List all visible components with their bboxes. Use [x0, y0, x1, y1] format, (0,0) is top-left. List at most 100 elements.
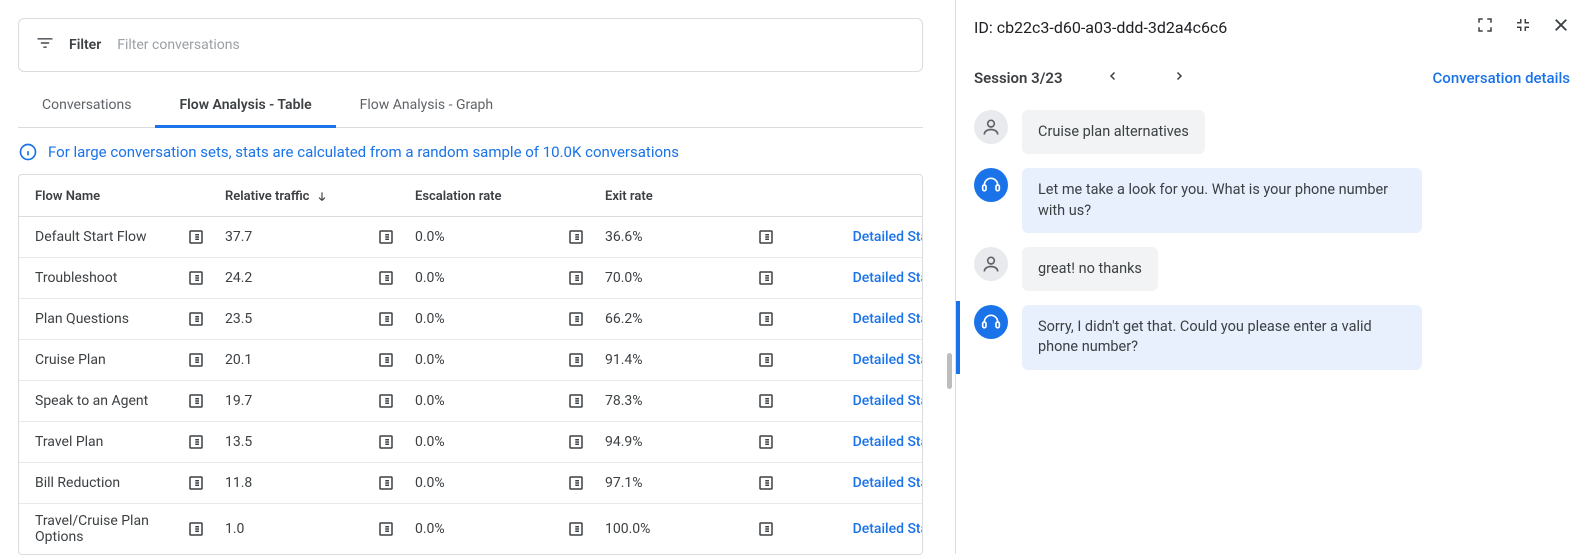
info-icon	[18, 142, 38, 162]
list-icon[interactable]	[565, 472, 587, 494]
filter-label: Filter	[69, 37, 101, 53]
cell-traffic: 11.8	[225, 475, 375, 491]
tab-flow-graph[interactable]: Flow Analysis - Graph	[336, 83, 518, 128]
cell-traffic: 24.2	[225, 270, 375, 286]
cell-escalation: 0.0%	[415, 229, 565, 245]
cell-exit: 100.0%	[605, 521, 755, 537]
list-icon[interactable]	[185, 267, 207, 289]
arrow-down-icon	[315, 190, 329, 204]
cell-flow-name: Default Start Flow	[35, 229, 185, 245]
tab-conversations[interactable]: Conversations	[18, 83, 155, 128]
conversation-details-link[interactable]: Conversation details	[1433, 69, 1570, 87]
list-icon[interactable]	[375, 390, 397, 412]
tabs: Conversations Flow Analysis - Table Flow…	[18, 82, 923, 128]
cell-traffic: 20.1	[225, 352, 375, 368]
message-text: Let me take a look for you. What is your…	[1022, 168, 1422, 233]
list-icon[interactable]	[375, 226, 397, 248]
cell-flow-name: Troubleshoot	[35, 270, 185, 286]
detailed-stats-link[interactable]: Detailed Stats	[795, 393, 923, 409]
detail-panel: ID: cb22c3-d60-a03-ddd-3d2a4c6c6 Session…	[955, 0, 1594, 554]
list-icon[interactable]	[185, 431, 207, 453]
flow-table: Flow Name Relative traffic Escalation ra…	[18, 174, 923, 555]
list-icon[interactable]	[375, 518, 397, 540]
col-flow-name[interactable]: Flow Name	[35, 189, 185, 204]
detailed-stats-link[interactable]: Detailed Stats	[795, 475, 923, 491]
cell-escalation: 0.0%	[415, 521, 565, 537]
list-icon[interactable]	[565, 308, 587, 330]
cell-traffic: 37.7	[225, 229, 375, 245]
list-icon[interactable]	[375, 267, 397, 289]
list-icon[interactable]	[755, 226, 777, 248]
list-icon[interactable]	[185, 349, 207, 371]
list-icon[interactable]	[185, 472, 207, 494]
session-next[interactable]	[1153, 66, 1205, 90]
message: Sorry, I didn't get that. Could you plea…	[974, 305, 1570, 370]
list-icon[interactable]	[375, 472, 397, 494]
list-icon[interactable]	[755, 308, 777, 330]
detailed-stats-link[interactable]: Detailed Stats	[795, 311, 923, 327]
col-exit[interactable]: Exit rate	[605, 189, 755, 204]
list-icon[interactable]	[565, 267, 587, 289]
list-icon[interactable]	[375, 308, 397, 330]
col-relative-traffic[interactable]: Relative traffic	[225, 189, 375, 204]
detailed-stats-link[interactable]: Detailed Stats	[795, 270, 923, 286]
detailed-stats-link[interactable]: Detailed Stats	[795, 229, 923, 245]
list-icon[interactable]	[185, 308, 207, 330]
detailed-stats-link[interactable]: Detailed Stats	[795, 521, 923, 537]
list-icon[interactable]	[755, 472, 777, 494]
list-icon[interactable]	[375, 431, 397, 453]
user-avatar-icon	[974, 110, 1008, 144]
notice-text: For large conversation sets, stats are c…	[48, 143, 679, 161]
scrollbar-thumb[interactable]	[947, 353, 952, 389]
table-header: Flow Name Relative traffic Escalation ra…	[19, 175, 922, 217]
list-icon[interactable]	[565, 390, 587, 412]
list-icon[interactable]	[755, 390, 777, 412]
session-prev[interactable]	[1087, 66, 1139, 90]
cell-escalation: 0.0%	[415, 475, 565, 491]
list-icon[interactable]	[185, 518, 207, 540]
list-icon[interactable]	[565, 518, 587, 540]
table-row: Travel/Cruise Plan Options1.00.0%100.0%D…	[19, 504, 922, 554]
table-row: Speak to an Agent19.70.0%78.3%Detailed S…	[19, 381, 922, 422]
list-icon[interactable]	[755, 431, 777, 453]
list-icon[interactable]	[185, 226, 207, 248]
message-text: Sorry, I didn't get that. Could you plea…	[1022, 305, 1422, 370]
message: Let me take a look for you. What is your…	[974, 168, 1570, 233]
cell-flow-name: Bill Reduction	[35, 475, 185, 491]
list-icon[interactable]	[565, 431, 587, 453]
cell-traffic: 23.5	[225, 311, 375, 327]
cell-escalation: 0.0%	[415, 434, 565, 450]
list-icon[interactable]	[755, 349, 777, 371]
cell-escalation: 0.0%	[415, 270, 565, 286]
cell-traffic: 13.5	[225, 434, 375, 450]
tab-flow-table[interactable]: Flow Analysis - Table	[155, 83, 335, 128]
filter-bar: Filter	[18, 18, 923, 72]
col-escalation[interactable]: Escalation rate	[415, 189, 565, 204]
message: Cruise plan alternatives	[974, 110, 1570, 154]
list-icon[interactable]	[375, 349, 397, 371]
cell-exit: 70.0%	[605, 270, 755, 286]
filter-input[interactable]	[115, 36, 906, 54]
fullscreen-icon[interactable]	[1476, 16, 1494, 38]
cell-escalation: 0.0%	[415, 393, 565, 409]
chevron-left-icon	[1107, 70, 1119, 82]
cell-traffic: 19.7	[225, 393, 375, 409]
detailed-stats-link[interactable]: Detailed Stats	[795, 434, 923, 450]
conversation-id: ID: cb22c3-d60-a03-ddd-3d2a4c6c6	[974, 18, 1227, 37]
list-icon[interactable]	[565, 349, 587, 371]
session-label: Session 3/23	[974, 69, 1063, 87]
detailed-stats-link[interactable]: Detailed Stats	[795, 352, 923, 368]
chevron-right-icon	[1173, 70, 1185, 82]
cell-flow-name: Plan Questions	[35, 311, 185, 327]
filter-icon	[35, 33, 55, 57]
collapse-icon[interactable]	[1514, 16, 1532, 38]
list-icon[interactable]	[185, 390, 207, 412]
list-icon[interactable]	[565, 226, 587, 248]
list-icon[interactable]	[755, 518, 777, 540]
list-icon[interactable]	[755, 267, 777, 289]
cell-exit: 94.9%	[605, 434, 755, 450]
cell-flow-name: Travel/Cruise Plan Options	[35, 513, 185, 545]
close-icon[interactable]	[1552, 16, 1570, 38]
messages: Cruise plan alternatives Let me take a lo…	[974, 110, 1570, 370]
table-row: Default Start Flow37.70.0%36.6%Detailed …	[19, 217, 922, 258]
